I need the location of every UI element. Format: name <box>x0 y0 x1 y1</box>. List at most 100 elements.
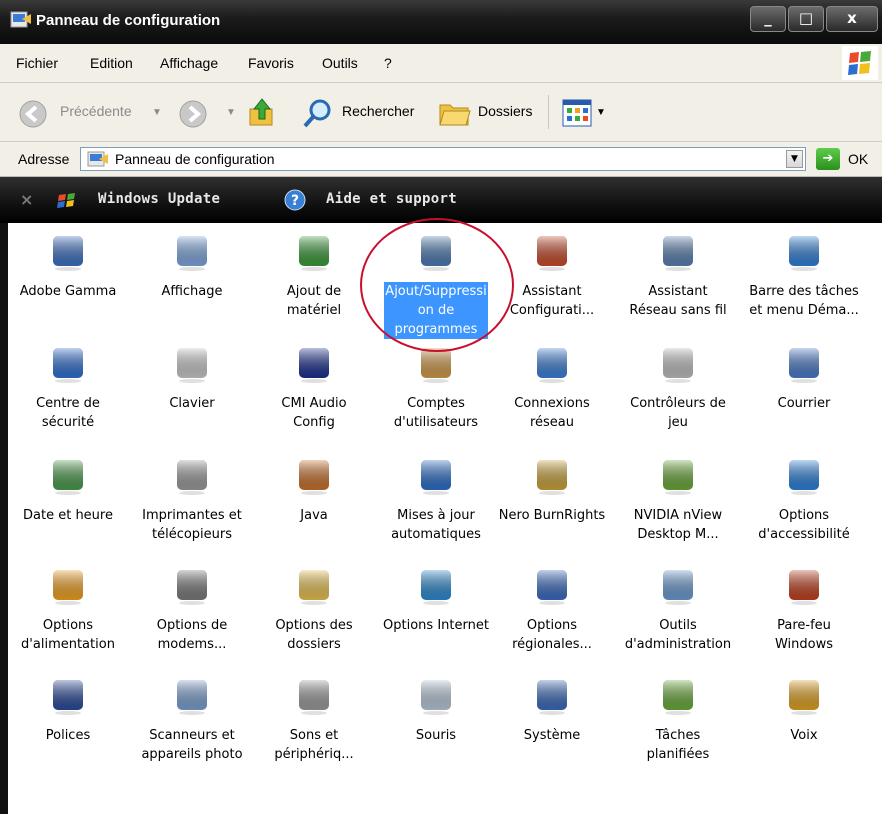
control-panel-item[interactable]: Tâches planifiées <box>622 676 734 764</box>
control-panel-item[interactable]: Options Internet <box>380 566 492 635</box>
add-remove-programs-icon <box>416 232 456 272</box>
item-label: Voix <box>790 728 818 743</box>
item-label: Imprimantes et télécopieurs <box>142 508 242 542</box>
item-label: Courrier <box>777 396 831 411</box>
go-button-label[interactable]: OK <box>848 151 868 167</box>
menu-edition[interactable]: Edition <box>90 55 133 71</box>
control-panel-item[interactable]: Affichage <box>136 232 248 301</box>
item-label: Java <box>300 508 328 523</box>
folders-button-label[interactable]: Dossiers <box>478 103 532 119</box>
folders-icon[interactable] <box>438 97 472 129</box>
control-panel-item[interactable]: Barre des tâches et menu Déma... <box>748 232 860 320</box>
control-panel-item[interactable]: Centre de sécurité <box>12 344 124 432</box>
menu-outils[interactable]: Outils <box>322 55 358 71</box>
back-arrow-icon[interactable] <box>18 99 48 129</box>
menu-fichier[interactable]: Fichier <box>16 55 58 71</box>
system-monitor-icon <box>532 676 572 716</box>
up-folder-icon[interactable] <box>246 97 278 129</box>
monitor-gamma-icon <box>48 232 88 272</box>
hardware-icon <box>294 232 334 272</box>
control-panel-item[interactable]: Courrier <box>748 344 860 413</box>
control-panel-item[interactable]: Pare-feu Windows <box>748 566 860 654</box>
control-panel-item[interactable]: Imprimantes et télécopieurs <box>136 456 248 544</box>
svg-text:?: ? <box>291 193 299 209</box>
minimize-button[interactable]: _ <box>750 6 786 32</box>
item-label: Nero BurnRights <box>498 508 606 523</box>
display-icon <box>172 232 212 272</box>
control-panel-item[interactable]: Options régionales... <box>496 566 608 654</box>
forward-arrow-icon[interactable] <box>178 99 208 129</box>
go-arrow-icon[interactable]: ➔ <box>816 148 840 170</box>
help-support-link[interactable]: Aide et support <box>326 191 457 207</box>
control-panel-item[interactable]: Polices <box>12 676 124 745</box>
item-label: NVIDIA nView Desktop M... <box>633 508 723 542</box>
control-panel-item[interactable]: Souris <box>380 676 492 745</box>
lock-disc-icon <box>532 456 572 496</box>
speaker-icon <box>294 676 334 716</box>
control-panel-item[interactable]: Outils d'administration <box>622 566 734 654</box>
item-label: Ajout de matériel <box>286 284 342 318</box>
item-label: Assistant Réseau sans fil <box>629 284 727 318</box>
windows-update-icon <box>57 193 75 208</box>
control-panel-item[interactable]: NVIDIA nView Desktop M... <box>622 456 734 544</box>
modem-icon <box>172 566 212 606</box>
windows-update-link[interactable]: Windows Update <box>98 191 220 207</box>
control-panel-item[interactable]: Ajout/Suppressi on de programmes <box>380 232 492 339</box>
search-icon[interactable] <box>302 97 334 129</box>
control-panel-item[interactable]: Options des dossiers <box>258 566 370 654</box>
control-panel-item[interactable]: Options de modems... <box>136 566 248 654</box>
forward-dropdown-icon[interactable]: ▼ <box>226 107 236 118</box>
close-links-icon[interactable]: × <box>20 190 33 209</box>
address-value: Panneau de configuration <box>115 151 275 167</box>
control-panel-item[interactable]: Comptes d'utilisateurs <box>380 344 492 432</box>
item-label: Mises à jour automatiques <box>391 508 481 542</box>
control-panel-item[interactable]: Connexions réseau <box>496 344 608 432</box>
item-label: Contrôleurs de jeu <box>630 396 726 430</box>
admin-tools-icon <box>658 566 698 606</box>
control-panel-item[interactable]: Assistant Réseau sans fil <box>622 232 734 320</box>
menu-affichage[interactable]: Affichage <box>160 55 218 71</box>
views-dropdown-icon[interactable]: ▼ <box>596 107 606 118</box>
item-label: Tâches planifiées <box>646 728 710 762</box>
close-icon: x <box>847 9 857 27</box>
back-button-label[interactable]: Précédente <box>60 103 132 119</box>
maximize-button[interactable]: □ <box>788 6 824 32</box>
item-label: Pare-feu Windows <box>774 618 834 652</box>
control-panel-icon <box>10 11 31 28</box>
menu-favoris[interactable]: Favoris <box>248 55 294 71</box>
control-panel-item[interactable]: Date et heure <box>12 456 124 525</box>
control-panel-item[interactable]: Voix <box>748 676 860 745</box>
windows-update-icon <box>416 456 456 496</box>
item-label: Adobe Gamma <box>19 284 117 299</box>
control-panel-item[interactable]: Options d'accessibilité <box>748 456 860 544</box>
control-panel-item[interactable]: Mises à jour automatiques <box>380 456 492 544</box>
control-panel-item[interactable]: Adobe Gamma <box>12 232 124 301</box>
views-icon[interactable] <box>562 99 592 127</box>
control-panel-item[interactable]: Système <box>496 676 608 745</box>
control-panel-item[interactable]: Scanneurs et appareils photo <box>136 676 248 764</box>
accessibility-icon <box>784 456 824 496</box>
control-panel-item[interactable]: Java <box>258 456 370 525</box>
printer-icon <box>172 456 212 496</box>
control-panel-item[interactable]: CMI Audio Config <box>258 344 370 432</box>
item-label: Comptes d'utilisateurs <box>393 396 479 430</box>
control-panel-item[interactable]: Ajout de matériel <box>258 232 370 320</box>
address-dropdown-icon[interactable]: ▼ <box>786 150 803 168</box>
back-dropdown-icon[interactable]: ▼ <box>152 107 162 118</box>
control-panel-item[interactable]: Clavier <box>136 344 248 413</box>
window-title: Panneau de configuration <box>36 12 221 29</box>
control-panel-item[interactable]: Contrôleurs de jeu <box>622 344 734 432</box>
battery-icon <box>48 566 88 606</box>
control-panel-item[interactable]: Nero BurnRights <box>496 456 608 525</box>
control-panel-item[interactable]: Assistant Configurati... <box>496 232 608 320</box>
menu-help[interactable]: ? <box>384 55 392 71</box>
address-input[interactable]: Panneau de configuration ▼ <box>80 147 806 171</box>
item-label: Affichage <box>161 284 223 299</box>
control-panel-item[interactable]: Options d'alimentation <box>12 566 124 654</box>
close-button[interactable]: x <box>826 6 878 32</box>
control-panel-item[interactable]: Sons et périphériq... <box>258 676 370 764</box>
search-button-label[interactable]: Rechercher <box>342 103 414 119</box>
security-center-icon <box>48 344 88 384</box>
calendar-icon <box>48 456 88 496</box>
item-label: Outils d'administration <box>624 618 732 652</box>
